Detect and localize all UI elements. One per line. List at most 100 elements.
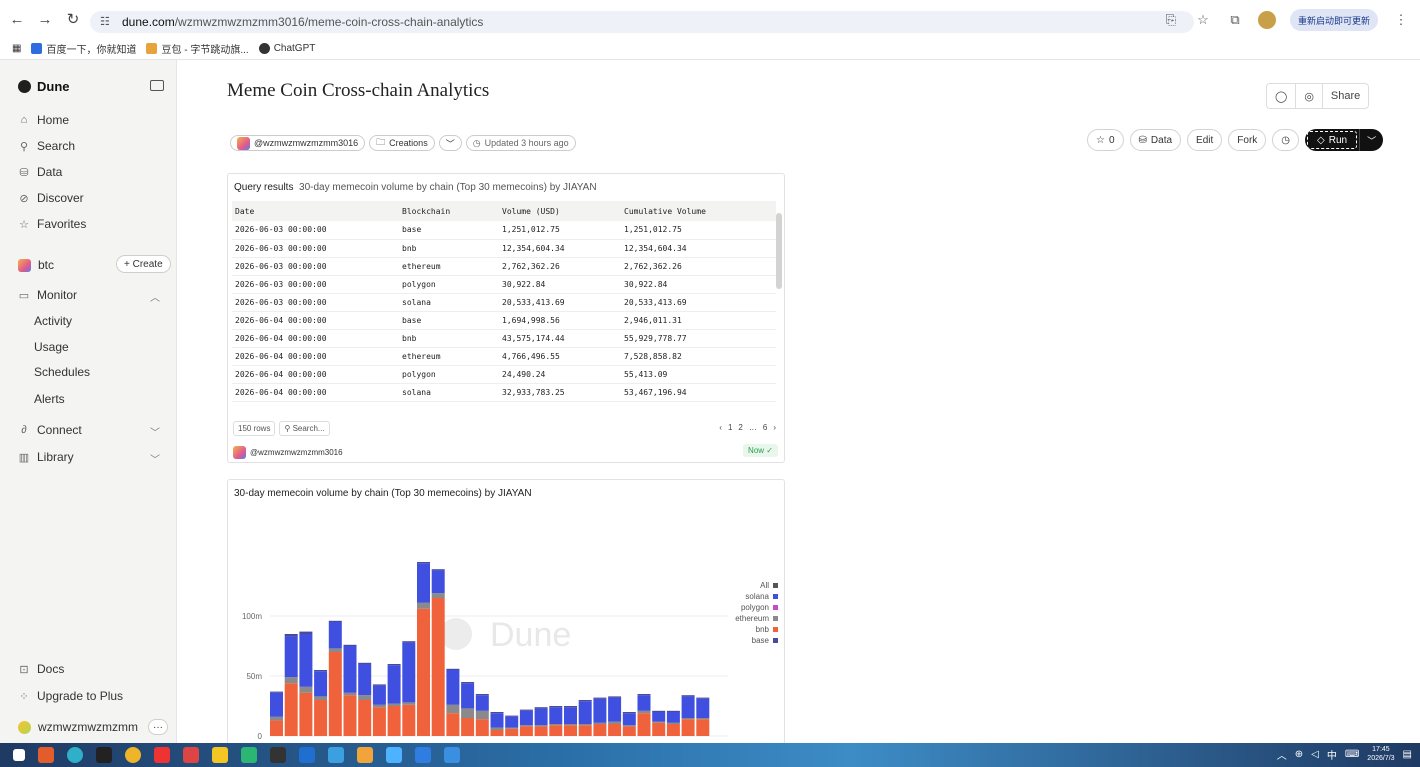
bar-segment-base[interactable] [505,715,519,717]
prev-page-icon[interactable]: ‹ [719,423,722,432]
bar-segment-solana[interactable] [578,701,592,724]
bar-segment-ethereum[interactable] [284,677,298,684]
bar-segment-bnb[interactable] [270,720,283,736]
page-6[interactable]: 6 [763,423,767,432]
bar-segment-ethereum[interactable] [564,724,577,726]
bar-segment-base[interactable] [637,694,651,696]
bar-segment-ethereum[interactable] [475,710,489,720]
sidebar-item-alerts[interactable]: Alerts [34,392,65,406]
bar-segment-solana[interactable] [681,696,695,718]
bar-segment-bnb[interactable] [314,700,328,736]
table-row[interactable]: 2026-06-04 00:00:00 polygon 24,490.24 55,41… [232,365,776,384]
bar-segment-base[interactable] [343,644,357,646]
bar-segment-ethereum[interactable] [608,721,622,724]
chevron-down-icon[interactable]: ﹀ [150,424,160,439]
author-pill[interactable]: @wzmwzmwzmzmm3016 [230,135,366,151]
bar-segment-ethereum[interactable] [593,722,607,724]
bar-segment-bnb[interactable] [696,719,710,736]
network-icon[interactable]: ⊕ [1295,749,1303,760]
table-row[interactable]: 2026-06-04 00:00:00 solana 32,933,783.25 53… [232,383,776,402]
bookmark-star-icon[interactable]: ☆ [1194,11,1212,29]
bar-segment-bnb[interactable] [490,730,504,736]
bar-segment-ethereum[interactable] [490,727,504,730]
bar-segment-ethereum[interactable] [534,725,548,727]
sidebar-item-home[interactable]: ⌂ Home [18,113,69,127]
bar-segment-solana[interactable] [328,622,342,649]
bar-segment-base[interactable] [681,695,695,697]
bar-segment-base[interactable] [461,682,475,684]
bar-segment-bnb[interactable] [343,695,357,736]
site-info-icon[interactable]: ☷ [100,15,114,29]
profile-avatar[interactable] [1257,11,1276,29]
bar-segment-solana[interactable] [652,712,666,722]
forward-icon[interactable]: → [34,8,56,30]
clock[interactable]: 17:45 2026/7/3 [1367,745,1394,763]
schedule-button[interactable]: ◷ [1272,129,1300,151]
address-bar[interactable]: ☷ dune.com/wzmwzmwzmzmm3016/meme-coin-cr… [90,11,1194,33]
column-header[interactable]: Volume (USD) [499,201,621,221]
bar-segment-ethereum[interactable] [343,692,357,696]
app-icon[interactable] [183,747,199,763]
sidebar-item-discover[interactable]: ⊘ Discover [18,191,83,205]
bar-segment-ethereum[interactable] [299,686,313,693]
results-author[interactable]: @wzmwzmwzmzmm3016 [233,446,343,459]
run-options-chevron-icon[interactable]: ﹀ [1359,129,1383,151]
sidebar-item-search[interactable]: ⚲ Search [18,139,75,153]
sidebar-item-library[interactable]: ▥ Library [18,450,74,464]
table-row[interactable]: 2026-06-03 00:00:00 bnb 12,354,604.34 12,35… [232,239,776,258]
bar-segment-solana[interactable] [696,698,710,718]
bar-segment-base[interactable] [696,697,710,699]
bar-segment-ethereum[interactable] [519,725,533,727]
legend-item[interactable]: polygon [735,602,778,613]
bar-segment-solana[interactable] [387,665,401,704]
camera-icon[interactable]: ◎ [1296,84,1323,108]
bar-segment-ethereum[interactable] [446,704,460,714]
bar-segment-base[interactable] [402,641,416,643]
bookmark-doubao[interactable]: 豆包 - 字节跳动旗... [146,41,249,56]
bar-segment-base[interactable] [608,696,622,698]
legend-item[interactable]: base [735,635,778,646]
bar-segment-solana[interactable] [519,710,533,726]
table-row[interactable]: 2026-06-04 00:00:00 bnb 43,575,174.44 55,92… [232,329,776,348]
sidebar-item-data[interactable]: ⛁ Data [18,165,62,179]
bar-segment-bnb[interactable] [284,683,298,736]
bar-segment-bnb[interactable] [358,700,372,736]
app-icon[interactable] [386,747,402,763]
bar-segment-solana[interactable] [299,634,313,687]
app-icon[interactable] [270,747,286,763]
table-row[interactable]: 2026-06-04 00:00:00 base 1,694,998.56 2,946… [232,311,776,330]
sidebar-item-monitor[interactable]: ▭ Monitor [18,288,77,302]
sidebar-item-usage[interactable]: Usage [34,340,69,354]
scrollbar-thumb[interactable] [776,213,782,289]
bar-segment-bnb[interactable] [564,725,577,736]
translate-icon[interactable]: ⎘ [1162,11,1180,29]
bar-segment-ethereum[interactable] [652,721,666,723]
bar-segment-solana[interactable] [534,708,548,726]
column-header[interactable]: Date [232,201,399,221]
bar-segment-ethereum[interactable] [372,704,386,708]
bar-segment-base[interactable] [328,620,342,622]
bar-segment-ethereum[interactable] [505,727,519,729]
bar-segment-base[interactable] [417,562,430,564]
results-search-input[interactable]: ⚲ Search... [279,421,330,436]
table-row[interactable]: 2026-06-03 00:00:00 base 1,251,012.75 1,251… [232,221,776,240]
bar-segment-base[interactable] [475,694,489,696]
bar-segment-bnb[interactable] [475,719,489,736]
bar-segment-solana[interactable] [666,712,680,723]
bar-segment-ethereum[interactable] [637,710,651,714]
bar-segment-bnb[interactable] [549,725,563,736]
star-button[interactable]: ☆ 0 [1087,129,1124,151]
create-button[interactable]: + Create [116,255,171,273]
bar-segment-solana[interactable] [461,683,475,709]
app-icon[interactable] [328,747,344,763]
page-2[interactable]: 2 [738,423,742,432]
volume-icon[interactable]: ◁ [1311,749,1319,760]
legend-item[interactable]: All [735,580,778,591]
bar-segment-bnb[interactable] [622,726,636,736]
bar-segment-ethereum[interactable] [417,602,430,609]
bar-segment-bnb[interactable] [593,724,607,736]
bar-segment-bnb[interactable] [578,725,592,736]
bar-segment-base[interactable] [431,569,445,571]
folder-icon[interactable] [212,747,228,763]
sidebar-item-upgrade[interactable]: ⁘ Upgrade to Plus [18,689,123,703]
